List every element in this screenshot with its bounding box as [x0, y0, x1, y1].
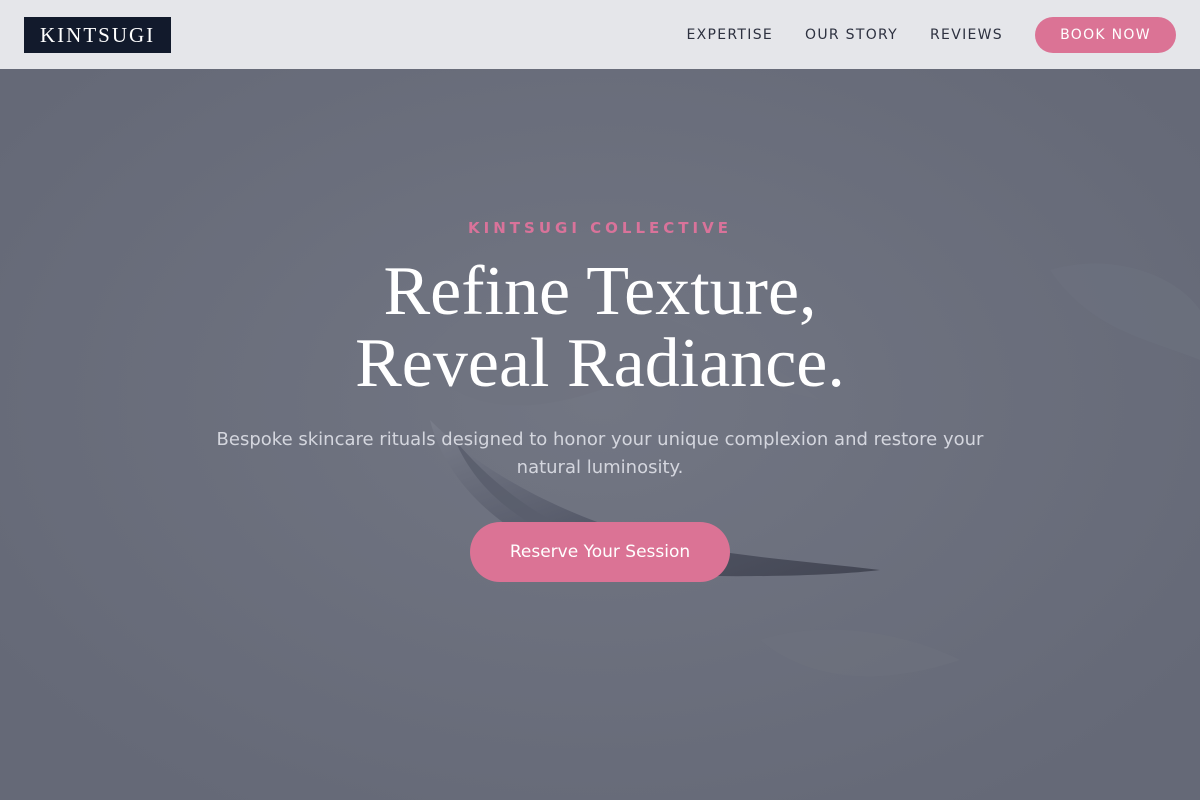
- hero-headline-line-1: Refine Texture,: [383, 253, 817, 330]
- main-nav: EXPERTISE OUR STORY REVIEWS BOOK NOW: [686, 16, 1176, 53]
- book-now-button[interactable]: BOOK NOW: [1035, 16, 1176, 53]
- hero-section: KINTSUGI COLLECTIVE Refine Texture, Reve…: [0, 0, 1200, 800]
- hero-headline-line-2: Reveal Radiance.: [355, 325, 845, 402]
- hero-eyebrow: KINTSUGI COLLECTIVE: [468, 219, 732, 237]
- site-header: KINTSUGI EXPERTISE OUR STORY REVIEWS BOO…: [0, 0, 1200, 69]
- reserve-session-button[interactable]: Reserve Your Session: [470, 522, 730, 582]
- hero-subtext: Bespoke skincare rituals designed to hon…: [216, 429, 984, 478]
- nav-link-expertise[interactable]: EXPERTISE: [686, 27, 773, 43]
- brand-logo[interactable]: KINTSUGI: [24, 16, 172, 53]
- nav-link-reviews[interactable]: REVIEWS: [930, 27, 1003, 43]
- hero-headline: Refine Texture, Reveal Radiance.: [0, 256, 1200, 400]
- nav-link-our-story[interactable]: OUR STORY: [805, 27, 898, 43]
